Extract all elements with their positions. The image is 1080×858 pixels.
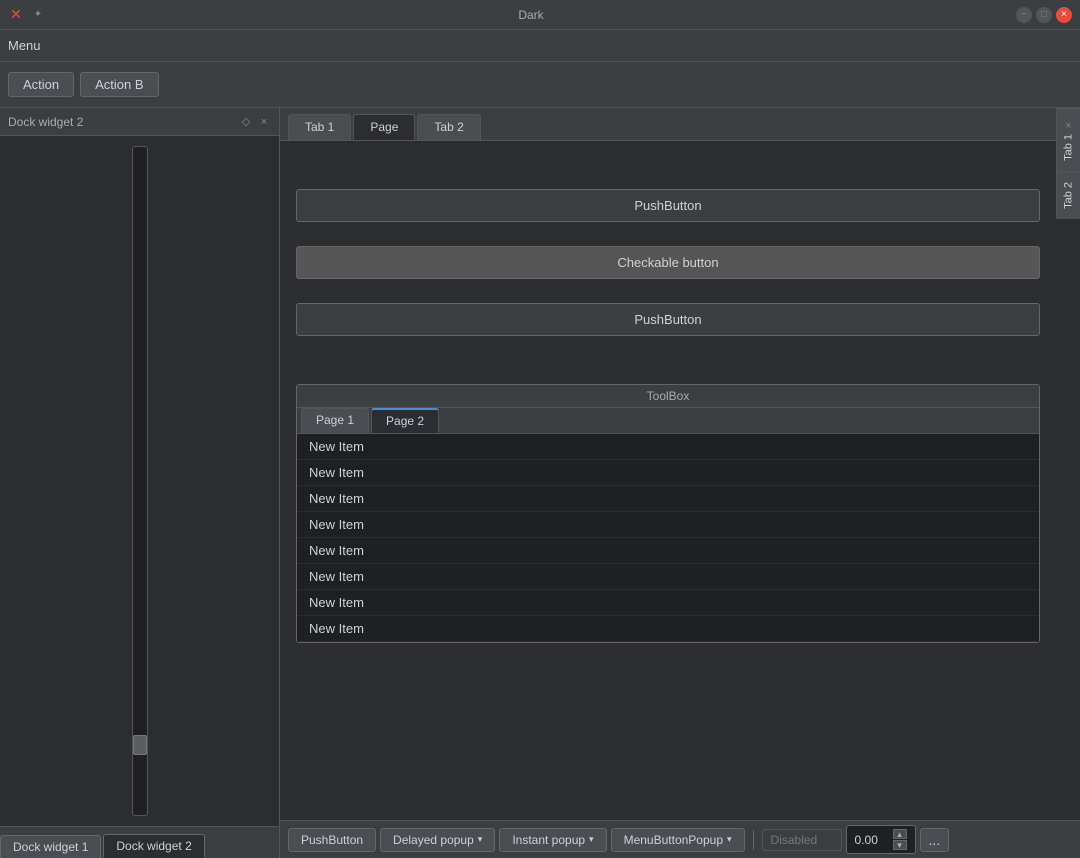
menu-label: Menu [8,38,41,53]
toolbox-content: New Item New Item New Item New Item New … [297,434,1039,642]
content-area: PushButton Checkable button PushButton T… [280,141,1056,820]
list-item[interactable]: New Item [297,616,1039,642]
menu-button-popup-label: MenuButtonPopup [624,833,723,847]
toolbox: ToolBox Page 1 Page 2 New Item New Item … [296,384,1040,643]
minimize-button[interactable]: − [1016,7,1032,23]
app-icon-2: ✦ [30,7,46,23]
slider-area [0,136,279,826]
spin-up-button[interactable]: ▲ [893,829,907,839]
left-dock: Dock widget 2 ◇ × Dock widget 1 Dock wid… [0,108,280,858]
toolbox-tabs: Page 1 Page 2 [297,408,1039,434]
push-button-1[interactable]: PushButton [296,189,1040,222]
instant-popup-arrow: ▾ [589,834,594,845]
dock-tab-1[interactable]: Dock widget 1 [0,835,101,858]
dock-pin-icon[interactable]: ◇ [239,115,253,129]
action-button-2[interactable]: Action B [80,72,158,97]
toolbar-separator [753,830,754,850]
checkable-button[interactable]: Checkable button [296,246,1040,279]
number-input: 0.00 ▲ ▼ [846,825,916,854]
side-tab-1-close[interactable]: × [1063,119,1074,130]
disabled-input: Disabled [762,829,842,851]
push-button-toolbar[interactable]: PushButton [288,828,376,852]
side-tabs: Tab 1 × Tab 2 [1056,108,1080,219]
more-button[interactable]: ... [920,828,950,852]
tab-1[interactable]: Tab 1 [288,114,351,140]
bottom-dock-tabs: Dock widget 1 Dock widget 2 [0,826,279,858]
instant-popup-label: Instant popup [512,833,585,847]
list-item[interactable]: New Item [297,538,1039,564]
slider-thumb[interactable] [133,735,147,755]
toolbox-tab-page2[interactable]: Page 2 [371,408,439,433]
maximize-button[interactable]: □ [1036,7,1052,23]
menu-button-popup[interactable]: MenuButtonPopup ▾ [611,828,745,852]
list-item[interactable]: New Item [297,564,1039,590]
side-tab-2-label: Tab 2 [1063,182,1075,209]
title-bar: ✕ ✦ Dark − □ × [0,0,1080,30]
delayed-popup-arrow: ▾ [478,834,483,845]
list-item[interactable]: New Item [297,590,1039,616]
dock-title: Dock widget 2 [8,115,83,129]
dock-header: Dock widget 2 ◇ × [0,108,279,136]
side-tab-1-label: Tab 1 [1063,134,1075,161]
side-tab-2[interactable]: Tab 2 [1057,171,1080,219]
number-value[interactable]: 0.00 [855,833,893,847]
app-icon: ✕ [8,7,24,23]
side-tab-1[interactable]: Tab 1 × [1057,108,1080,171]
close-button[interactable]: × [1056,7,1072,23]
push-button-2[interactable]: PushButton [296,303,1040,336]
dock-tab-2[interactable]: Dock widget 2 [103,834,204,858]
list-item[interactable]: New Item [297,512,1039,538]
slider-track[interactable] [132,146,148,816]
action-toolbar: Action Action B [0,62,1080,108]
spin-controls: ▲ ▼ [893,829,907,850]
tab-bar: Tab 1 Page Tab 2 [280,108,1080,141]
main-layout: Dock widget 2 ◇ × Dock widget 1 Dock wid… [0,108,1080,858]
delayed-popup-label: Delayed popup [393,833,474,847]
tab-2[interactable]: Tab 2 [417,114,480,140]
menu-button-popup-arrow: ▾ [727,834,732,845]
tab-page[interactable]: Page [353,114,415,140]
list-item[interactable]: New Item [297,434,1039,460]
delayed-popup-button[interactable]: Delayed popup ▾ [380,828,495,852]
toolbox-tab-page1[interactable]: Page 1 [301,408,369,433]
list-item[interactable]: New Item [297,486,1039,512]
bottom-toolbar: PushButton Delayed popup ▾ Instant popup… [280,820,1080,858]
spin-down-button[interactable]: ▼ [893,840,907,850]
right-panel: Tab 1 × Tab 2 Tab 1 Page Tab 2 PushButto… [280,108,1080,858]
menu-bar: Menu [0,30,1080,62]
dock-controls: ◇ × [239,115,271,129]
action-button-1[interactable]: Action [8,72,74,97]
list-item[interactable]: New Item [297,460,1039,486]
instant-popup-button[interactable]: Instant popup ▾ [499,828,606,852]
window-title: Dark [518,8,543,22]
dock-close-icon[interactable]: × [257,115,271,129]
toolbox-label: ToolBox [297,385,1039,408]
